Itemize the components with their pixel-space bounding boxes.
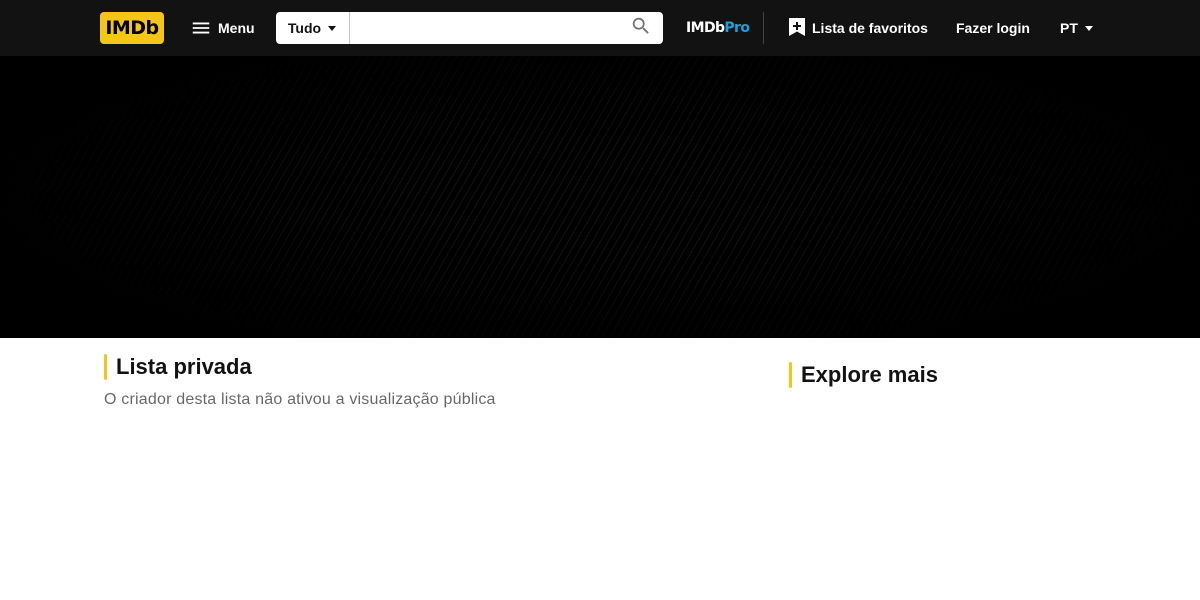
imdb-logo[interactable]: IMDb: [100, 12, 164, 44]
menu-label: Menu: [218, 20, 255, 36]
hero-vignette: [0, 56, 1200, 338]
explore-more-title: Explore mais: [789, 362, 1109, 388]
explore-more-title-text: Explore mais: [801, 362, 938, 387]
nav-divider: [763, 12, 764, 44]
caret-down-icon: [1084, 20, 1094, 36]
title-accent-bar: [104, 354, 107, 380]
sign-in-label: Fazer login: [956, 20, 1030, 36]
search-button[interactable]: [619, 12, 663, 44]
search-category-dropdown[interactable]: Tudo: [276, 12, 350, 44]
search-bar: Tudo: [276, 12, 663, 44]
explore-more-section: Explore mais: [789, 362, 1109, 388]
hero-banner: [0, 56, 1200, 338]
imdbpro-logo-imdb: IMDb: [686, 20, 725, 36]
watchlist-label: Lista de favoritos: [812, 20, 928, 36]
language-label: PT: [1060, 20, 1078, 36]
menu-button[interactable]: Menu: [180, 12, 265, 44]
top-navigation-bar: IMDb Menu Tudo IMDb Pro Lista de favorito…: [0, 0, 1200, 56]
sign-in-button[interactable]: Fazer login: [948, 12, 1038, 44]
page-title-text: Lista privada: [116, 354, 252, 379]
logo-text: IMDb: [105, 17, 159, 39]
hamburger-menu-icon: [190, 17, 212, 39]
search-input[interactable]: [350, 12, 619, 44]
watchlist-button[interactable]: Lista de favoritos: [780, 12, 936, 44]
page-title: Lista privada: [104, 354, 744, 380]
caret-down-icon: [327, 20, 337, 36]
search-category-label: Tudo: [287, 20, 322, 36]
search-icon: [630, 15, 652, 42]
imdbpro-logo-pro: Pro: [724, 20, 750, 36]
private-list-message: O criador desta lista não ativou a visua…: [104, 391, 496, 408]
bookmark-add-icon: [788, 17, 806, 40]
language-dropdown[interactable]: PT: [1052, 12, 1102, 44]
title-accent-bar: [789, 362, 792, 388]
private-list-section: Lista privada O criador desta lista não …: [104, 354, 744, 409]
imdbpro-link[interactable]: IMDb Pro: [678, 12, 757, 44]
